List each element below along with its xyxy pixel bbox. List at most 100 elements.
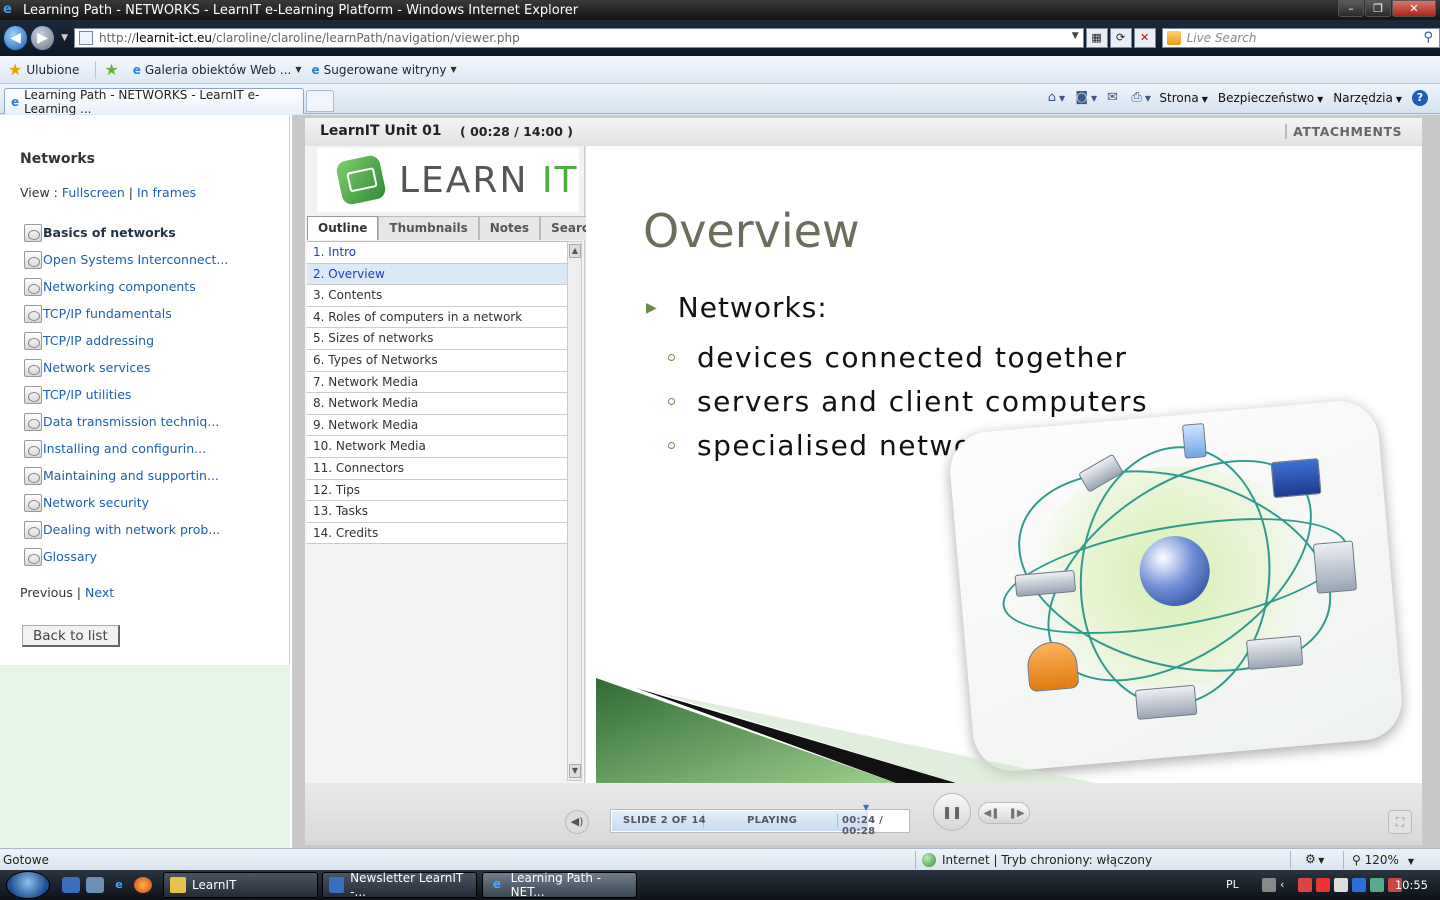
home-icon[interactable]: ⌂ ▼ [1047,90,1065,106]
history-dropdown-icon[interactable]: ▼ [61,33,68,43]
new-tab-button[interactable] [306,90,334,112]
module-item[interactable]: Basics of networks [24,219,228,246]
server-icon [1312,540,1358,594]
progress-bar[interactable]: SLIDE 2 OF 14 PLAYING 00:24 / 00:28 ▼ [610,803,910,837]
next-link[interactable]: Next [85,585,114,600]
module-item[interactable]: Dealing with network prob... [24,516,228,543]
module-item[interactable]: TCP/IP utilities [24,381,228,408]
clock[interactable]: 10:55 [1395,878,1428,892]
volume-icon[interactable]: ◀) [565,810,589,834]
module-item[interactable]: Network security [24,489,228,516]
module-item[interactable]: Data transmission techniq... [24,408,228,435]
print-icon[interactable]: ⎙ ▼ [1131,90,1151,106]
back-button[interactable]: ◀ [3,25,29,51]
pause-button[interactable]: ❚❚ [933,793,971,831]
search-input[interactable]: Live Search ⚲ [1161,28,1440,48]
outline-item[interactable]: 3. Contents [307,285,567,307]
word-icon [329,877,345,893]
refresh-icon[interactable]: ⟳ [1109,28,1132,48]
favorite-item-suggested[interactable]: e Sugerowane witryny ▼ [312,63,457,77]
address-field[interactable]: http://learnit-ict.eu/claroline/clarolin… [73,28,1084,48]
module-item[interactable]: Installing and configurin... [24,435,228,462]
outline-item[interactable]: 5. Sizes of networks [307,328,567,350]
fullscreen-icon[interactable]: ⛶ [1388,810,1412,834]
tab-notes[interactable]: Notes [478,216,541,240]
stop-icon[interactable]: ✕ [1133,28,1156,48]
module-item[interactable]: Open Systems Interconnect... [24,246,228,273]
outline-item[interactable]: 10. Network Media [307,436,567,458]
star-icon: ★ [8,60,23,79]
forward-button[interactable]: ▶ [30,25,56,51]
outline-item-current[interactable]: 2. Overview [307,263,567,286]
in-frames-link[interactable]: In frames [137,185,196,200]
folder-icon [170,877,186,893]
network-icon[interactable] [1370,878,1384,892]
outline-list: 1. Intro 2. Overview 3. Contents 4. Role… [307,241,567,781]
outline-item[interactable]: 7. Network Media [307,371,567,394]
url-dropdown-icon[interactable]: ▼ [1072,31,1079,41]
scroll-down-icon[interactable]: ▼ [569,764,581,778]
favorites-button[interactable]: ★ Ulubione [0,60,79,79]
tools-menu[interactable]: Narzędzia ▼ [1333,91,1402,105]
module-icon [24,493,42,512]
tab-outline[interactable]: Outline [307,216,379,240]
tab-learning-path[interactable]: e Learning Path - NETWORKS - LearnIT e-L… [4,88,304,116]
help-icon[interactable]: ? [1412,90,1428,106]
fullscreen-link[interactable]: Fullscreen [62,185,125,200]
minimize-button[interactable]: – [1338,0,1364,17]
maximize-button[interactable]: ❐ [1365,0,1391,17]
windows-taskbar: e LearnIT Newsletter LearnIT -... e Lear… [0,870,1440,900]
outline-item[interactable]: 9. Network Media [307,414,567,437]
ie-icon[interactable]: e [110,877,128,893]
favorite-item-gallery[interactable]: e Galeria obiektów Web ... ▼ [133,63,302,77]
safety-menu[interactable]: Bezpieczeństwo ▼ [1218,91,1323,105]
tab-thumbnails[interactable]: Thumbnails [378,216,479,240]
taskbar-newsletter[interactable]: Newsletter LearnIT -... [322,871,477,899]
prev-slide-icon[interactable]: ◀❚ [983,808,999,819]
outline-item[interactable]: 14. Credits [307,522,567,545]
security-zone[interactable]: Internet | Tryb chroniony: włączony [922,853,1152,867]
outline-item[interactable]: 12. Tips [307,479,567,502]
zoom-control[interactable]: ⚲ 120% ▼ [1352,853,1414,867]
outline-item[interactable]: 11. Connectors [307,457,567,480]
outline-item[interactable]: 6. Types of Networks [307,349,567,372]
outline-item[interactable]: 1. Intro [307,242,567,264]
module-item[interactable]: Network services [24,354,228,381]
start-button[interactable] [6,871,50,899]
keyboard-icon[interactable] [1262,878,1276,892]
page-menu[interactable]: Strona ▼ [1159,91,1207,105]
popup-blocker-icon[interactable]: ⚙ ▼ [1305,852,1324,866]
progress-handle-icon[interactable]: ▼ [863,803,869,812]
scroll-up-icon[interactable]: ▲ [569,244,581,258]
attachments-button[interactable]: ATTACHMENTS [1285,124,1402,139]
language-indicator[interactable]: PL [1226,878,1239,891]
module-item[interactable]: Glossary [24,543,228,570]
acrobat-icon[interactable] [1316,878,1330,892]
close-button[interactable]: ✕ [1392,0,1436,17]
next-slide-icon[interactable]: ❚▶ [1008,808,1024,819]
outline-scrollbar[interactable]: ▲ ▼ [567,241,582,781]
media-icon[interactable] [1352,878,1366,892]
quick-launch: e [62,877,152,893]
module-item[interactable]: TCP/IP addressing [24,327,228,354]
outline-item[interactable]: 8. Network Media [307,393,567,415]
show-desktop-icon[interactable] [62,877,80,893]
firefox-icon[interactable] [134,877,152,893]
taskbar-learning-path[interactable]: e Learning Path - NET... [482,871,637,899]
add-favorite-button[interactable]: ★ [102,60,122,79]
module-item[interactable]: Maintaining and supportin... [24,462,228,489]
feeds-icon[interactable]: ◙ ▼ [1075,90,1097,106]
search-icon[interactable]: ⚲ [1423,30,1433,45]
taskbar-learnit[interactable]: LearnIT [163,872,318,898]
back-to-list-button[interactable]: Back to list [22,625,120,647]
tray-app-icon[interactable] [1298,878,1312,892]
module-item[interactable]: Networking components [24,273,228,300]
chevron-left-icon[interactable]: ‹ [1280,878,1294,892]
switch-windows-icon[interactable] [86,877,104,893]
outline-item[interactable]: 4. Roles of computers in a network [307,306,567,329]
mail-icon[interactable]: ✉ [1103,90,1121,106]
outline-item[interactable]: 13. Tasks [307,501,567,523]
module-item[interactable]: TCP/IP fundamentals [24,300,228,327]
tray-app-icon[interactable] [1334,878,1348,892]
compat-view-icon[interactable]: ▦ [1085,28,1108,48]
